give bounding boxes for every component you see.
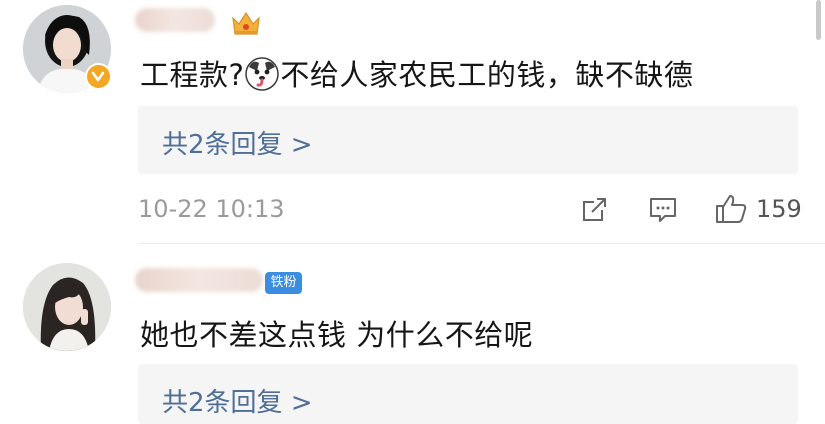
thumbs-up-icon[interactable] [714,193,748,229]
divider [138,243,825,244]
view-replies-link[interactable]: 共2条回复 > [162,382,313,419]
comment-icon[interactable] [648,196,678,228]
username-redacted[interactable] [135,8,215,32]
comment-text-before: 工程款? [140,58,245,92]
username-redacted[interactable] [135,268,263,292]
dog-face-emoji-icon [245,57,280,91]
view-replies-link[interactable]: 共2条回复 > [162,124,313,161]
fan-badge: 铁粉 [265,272,302,294]
verified-badge-icon [85,63,112,90]
crown-icon [230,8,262,38]
scrollbar[interactable] [816,0,821,40]
reply-box[interactable]: 共2条回复 > [138,364,798,424]
comment-text: 她也不差这点钱 为什么不给呢 [140,318,534,352]
comment-text-after: 不给人家农民工的钱，缺不缺德 [280,58,694,92]
timestamp: 10-22 10:13 [138,195,285,223]
like-count: 159 [756,195,802,223]
comment-text: 工程款? 不给人家农民工的钱，缺不缺德 [140,52,693,94]
avatar[interactable] [23,263,111,351]
share-icon[interactable] [580,196,608,228]
reply-box[interactable]: 共2条回复 > [138,106,798,174]
